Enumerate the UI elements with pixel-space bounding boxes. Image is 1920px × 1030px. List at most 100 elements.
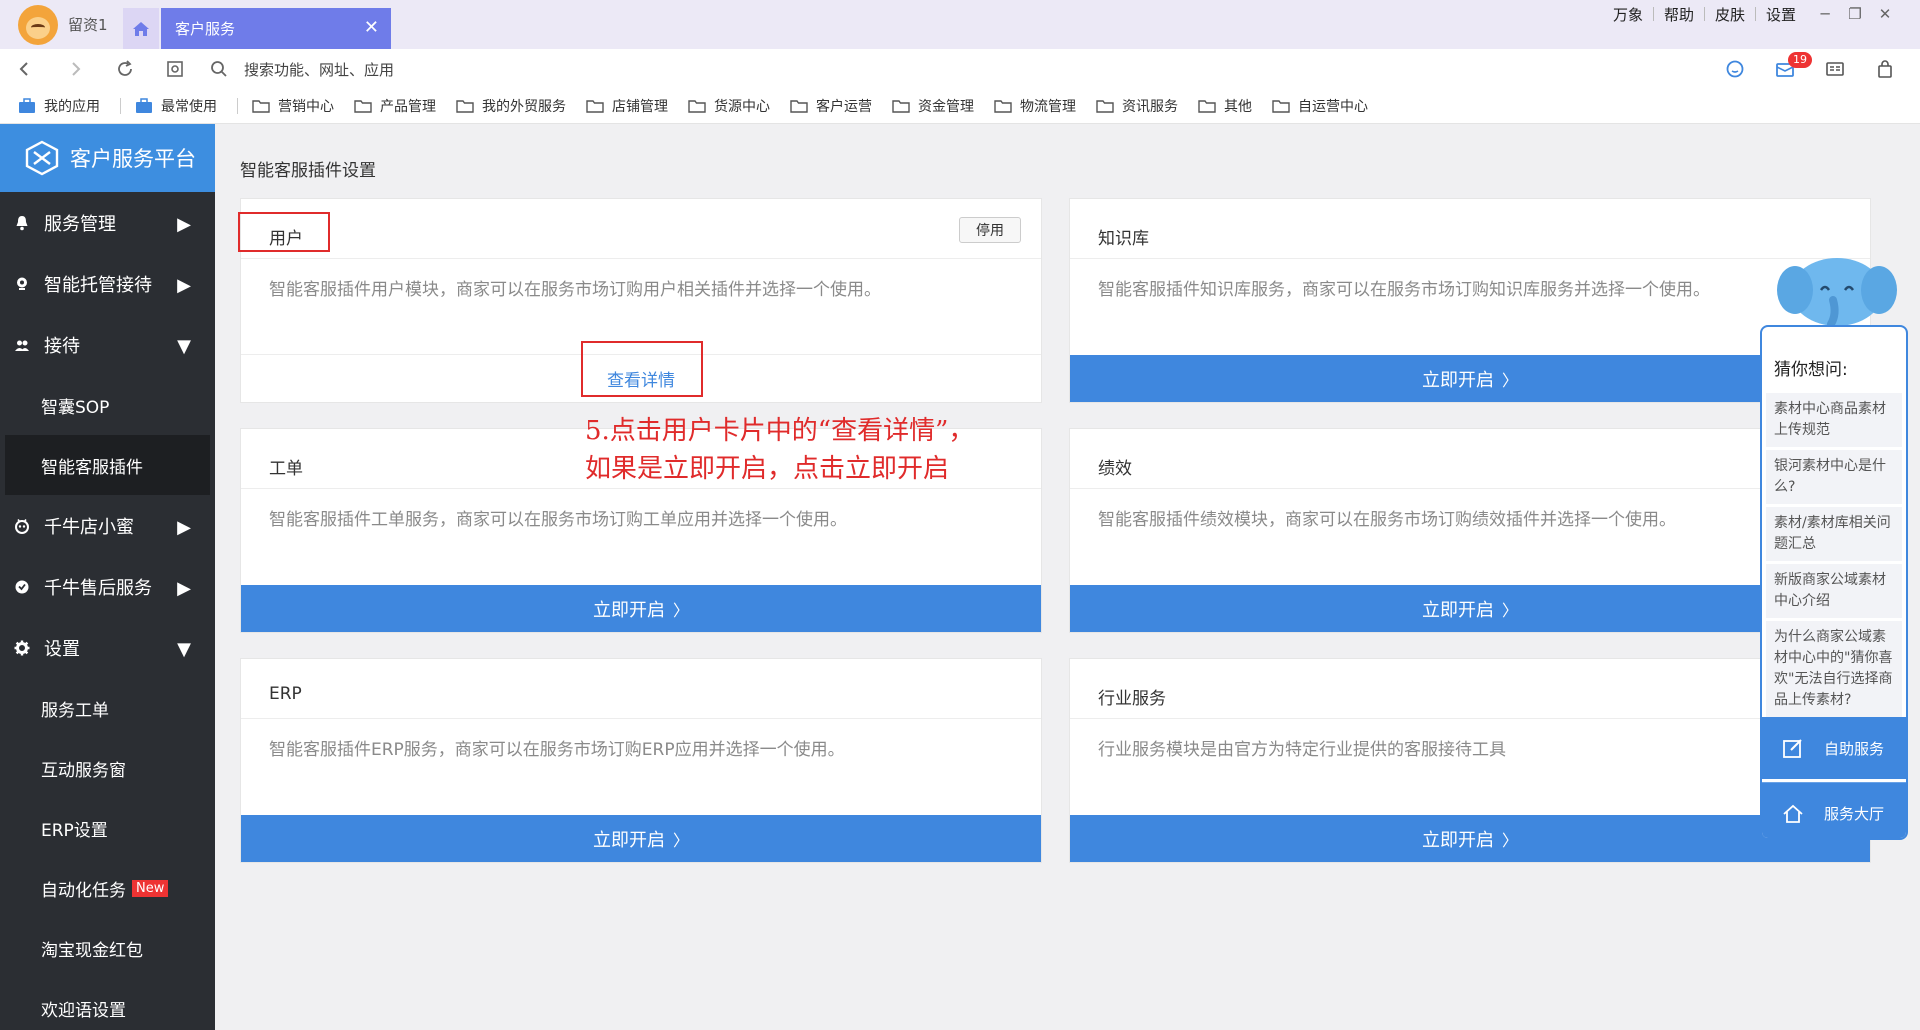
enable-button[interactable]: 立即开启〉 [1070, 585, 1870, 632]
forward-button[interactable] [50, 49, 100, 89]
sidebar-item-smart-hosting[interactable]: 智能托管接待 ▶ [0, 253, 215, 314]
bookmark-folder[interactable]: 营销中心 [252, 96, 334, 116]
sidebar-item-reception[interactable]: 接待 ▼ [0, 314, 215, 375]
link-help[interactable]: 帮助 [1664, 4, 1694, 25]
sidebar-item-service-management[interactable]: 服务管理 ▶ [0, 192, 215, 253]
card-title: 知识库 [1098, 229, 1149, 249]
help-question[interactable]: 新版商家公域素材中心介绍 [1766, 564, 1902, 621]
user-tab[interactable]: 留资1 [0, 0, 120, 49]
card-header: 行业服务 [1070, 659, 1870, 719]
bookmark-folder[interactable]: 自运营中心 [1272, 96, 1368, 116]
self-service-button[interactable]: 自助服务 [1762, 717, 1906, 779]
help-question[interactable]: 为什么商家公域素材中心中的"猜你喜欢"无法自行选择商品上传素材? [1766, 621, 1902, 720]
enable-button[interactable]: 立即开启〉 [241, 585, 1041, 632]
card-description: 智能客服插件工单服务，商家可以在服务市场订购工单应用并选择一个使用。 [269, 510, 847, 530]
search-input[interactable]: 搜索功能、网址、应用 [210, 59, 394, 80]
card-header: 用户 停用 [241, 199, 1041, 259]
service-hall-button[interactable]: 服务大厅 [1762, 782, 1906, 838]
enable-button[interactable]: 立即开启〉 [1070, 355, 1870, 402]
bookmark-folder[interactable]: 我的外贸服务 [456, 96, 566, 116]
bookmark-folder[interactable]: 物流管理 [994, 96, 1076, 116]
divider [237, 98, 238, 114]
bookmark-my-apps[interactable]: 我的应用 [18, 96, 100, 116]
refresh-button[interactable] [100, 49, 150, 89]
tab-customer-service[interactable]: 客户服务 ✕ [161, 8, 391, 49]
bookmark-label: 客户运营 [816, 99, 872, 115]
sidebar-subitem-smart-plugin[interactable]: 智能客服插件 [5, 435, 210, 495]
sidebar-subitem-welcome-message[interactable]: 欢迎语设置 [0, 978, 215, 1030]
folder-icon [252, 100, 270, 113]
bookmark-folder[interactable]: 货源中心 [688, 96, 770, 116]
tutorial-annotation: 5.点击用户卡片中的“查看详情”， 如果是立即开启，点击立即开启 [585, 412, 974, 488]
folder-icon [1096, 100, 1114, 113]
link-wanxiang[interactable]: 万象 [1613, 4, 1643, 25]
tab-bar: 留资1 客户服务 ✕ 万象 帮助 皮肤 设置 ─ ❐ ✕ [0, 0, 1920, 49]
sidebar-subitem-sop[interactable]: 智囊SOP [0, 375, 215, 435]
link-skin[interactable]: 皮肤 [1715, 4, 1745, 25]
sidebar-subitem-automation[interactable]: 自动化任务 New [0, 858, 215, 918]
bookmark-folder[interactable]: 资金管理 [892, 96, 974, 116]
card-title: 绩效 [1098, 459, 1132, 479]
help-title: 猜你想问: [1774, 360, 1848, 380]
bag-button[interactable] [1860, 49, 1910, 89]
sidebar-item-label: 自动化任务 [41, 880, 126, 901]
sidebar-item-label: 千牛店小蜜 [44, 516, 134, 538]
chat-button[interactable] [1710, 49, 1760, 89]
link-settings[interactable]: 设置 [1766, 4, 1796, 25]
mascot-elephant-icon[interactable] [1775, 250, 1900, 332]
help-question[interactable]: 银河素材中心是什么? [1766, 450, 1902, 507]
minimize-icon[interactable]: ─ [1810, 5, 1840, 23]
card-description: 智能客服插件用户模块，商家可以在服务市场订购用户相关插件并选择一个使用。 [269, 280, 881, 300]
bookmark-folder[interactable]: 客户运营 [790, 96, 872, 116]
sidebar-item-label: 设置 [44, 638, 80, 660]
card-header: 知识库 [1070, 199, 1870, 259]
help-question[interactable]: 素材/素材库相关问题汇总 [1766, 507, 1902, 564]
bookmarks-bar: 我的应用 最常使用 营销中心 产品管理 我的外贸服务 店铺管理 货源中心 客户运… [0, 89, 1920, 124]
close-icon[interactable]: ✕ [364, 17, 379, 38]
enable-button[interactable]: 立即开启〉 [241, 815, 1041, 862]
close-window-icon[interactable]: ✕ [1870, 5, 1900, 23]
sidebar-item-label: 服务工单 [41, 700, 109, 721]
sidebar-header[interactable]: 客户服务平台 [0, 124, 215, 192]
message-button[interactable]: 19 [1760, 49, 1812, 89]
sidebar-subitem-cash-redpacket[interactable]: 淘宝现金红包 [0, 918, 215, 978]
sidebar-item-label: 欢迎语设置 [41, 1000, 126, 1021]
bookmark-folder[interactable]: 店铺管理 [586, 96, 668, 116]
bookmark-folder[interactable]: 其他 [1198, 96, 1252, 116]
sidebar-item-after-sales[interactable]: 千牛售后服务 ▶ [0, 556, 215, 617]
screenshot-button[interactable] [150, 49, 200, 89]
sidebar-subitem-service-ticket[interactable]: 服务工单 [0, 678, 215, 738]
sidebar-subitem-erp-settings[interactable]: ERP设置 [0, 798, 215, 858]
plugin-card-industry-service: 行业服务 行业服务模块是由官方为特定行业提供的客服接待工具 立即开启〉 [1069, 658, 1871, 863]
enable-label: 立即开启 [1421, 829, 1494, 851]
chevron-right-icon: ▶ [177, 517, 191, 538]
bookmark-folder[interactable]: 资讯服务 [1096, 96, 1178, 116]
card-title: 行业服务 [1098, 689, 1166, 709]
chat-icon [1726, 60, 1744, 78]
bookmark-most-used[interactable]: 最常使用 [135, 96, 217, 116]
plugin-card-knowledge-base: 知识库 智能客服插件知识库服务，商家可以在服务市场订购知识库服务并选择一个使用。… [1069, 198, 1871, 403]
restore-icon[interactable]: ❐ [1840, 5, 1870, 23]
reader-icon [1826, 62, 1844, 76]
chevron-right-icon: ▶ [177, 275, 191, 296]
card-description: 智能客服插件ERP服务，商家可以在服务市场订购ERP应用并选择一个使用。 [269, 740, 845, 760]
toolbox-icon [19, 98, 35, 113]
back-button[interactable] [0, 49, 50, 89]
help-question[interactable]: 素材中心商品素材上传规范 [1766, 393, 1902, 450]
reader-button[interactable] [1810, 49, 1860, 89]
bookmark-label: 货源中心 [714, 99, 770, 115]
bookmark-folder[interactable]: 产品管理 [354, 96, 436, 116]
disable-button[interactable]: 停用 [959, 217, 1021, 243]
main-content: 智能客服插件设置 用户 停用 智能客服插件用户模块，商家可以在服务市场订购用户相… [215, 124, 1920, 1030]
sidebar-item-label: 互动服务窗 [41, 760, 126, 781]
sidebar-item-settings[interactable]: 设置 ▼ [0, 617, 215, 678]
enable-button[interactable]: 立即开启〉 [1070, 815, 1870, 862]
users-icon [14, 337, 30, 353]
home-tab[interactable] [123, 8, 159, 49]
sidebar-subitem-interactive-window[interactable]: 互动服务窗 [0, 738, 215, 798]
sidebar-item-qianniu-assistant[interactable]: 千牛店小蜜 ▶ [0, 495, 215, 556]
chevron-right-icon: 〉 [672, 830, 689, 850]
self-service-label: 自助服务 [1824, 739, 1885, 758]
folder-icon [688, 100, 706, 113]
avatar [18, 4, 58, 45]
